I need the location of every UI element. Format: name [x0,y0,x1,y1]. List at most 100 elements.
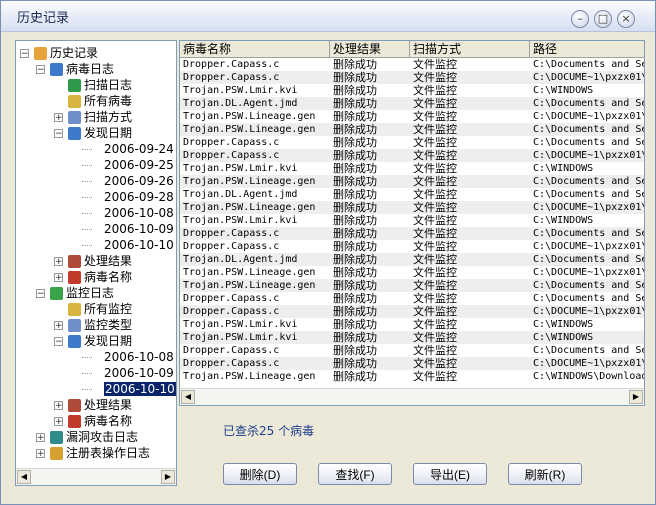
table-row[interactable]: Trojan.DL.Agent.jmd 删除成功 文件监控 C:\Documents … [180,97,644,110]
expand-icon[interactable]: + [54,113,63,123]
collapse-icon[interactable]: − [20,49,29,59]
table-row[interactable]: Dropper.Capass.c 删除成功 文件监控 C:\Documents and… [180,344,645,357]
expand-icon[interactable]: + [54,417,63,427]
tree-item-label: 2006-09-28 [104,190,174,204]
tree-item-label: 2006-10-08 [104,206,174,220]
cell-scan-method: 文件监控 [413,253,457,266]
tree-item-label: 2006-10-10 [104,382,176,396]
expand-icon[interactable]: + [54,273,63,283]
title-bar[interactable]: 历史记录 – □ × [1,1,655,32]
cell-path: C:\DOCUME~1\pxzx01\ [533,306,645,317]
tree-node-icon [68,271,81,284]
cell-path: C:\WINDOWS [533,163,594,174]
tree-connector [82,181,92,182]
table-row[interactable]: Trojan.PSW.Lineage.gen 删除成功 文件监控 C:\DOCUME~… [180,266,644,279]
cell-result: 删除成功 [333,305,377,318]
table-row[interactable]: Dropper.Capass.c 删除成功 文件监控 C:\Documents and… [180,227,645,240]
cell-result: 删除成功 [333,123,377,136]
column-header-virus-name[interactable]: 病毒名称 [180,41,330,57]
table-row[interactable]: Trojan.PSW.Lineage.gen 删除成功 文件监控 C:\WINDOWS… [180,370,645,383]
table-row[interactable]: Trojan.PSW.Lineage.gen 删除成功 文件监控 C:\DOCUME~… [180,201,644,214]
cell-virus-name: Trojan.PSW.Lmir.kvi [183,215,298,226]
table-row[interactable]: Trojan.PSW.Lmir.kvi 删除成功 文件监控 C:\WINDOWS [180,84,644,97]
cell-result: 删除成功 [333,162,377,175]
cell-virus-name: Trojan.PSW.Lineage.gen [183,176,316,187]
tree-node-icon [68,399,81,412]
find-button[interactable]: 查找(F) [318,463,392,485]
table-row[interactable]: Dropper.Capass.c 删除成功 文件监控 C:\DOCUME~1\pxzx… [180,149,645,162]
expand-icon[interactable]: + [54,321,63,331]
tree-item-label: 2006-10-09 [104,222,174,236]
table-horizontal-scrollbar[interactable]: ◀ ▶ [180,388,644,405]
expand-icon[interactable]: + [54,257,63,267]
table-row[interactable]: Trojan.DL.Agent.jmd 删除成功 文件监控 C:\Documents … [180,188,644,201]
scroll-right-icon[interactable]: ▶ [629,390,643,404]
tree-connector [82,229,92,230]
cell-virus-name: Trojan.PSW.Lineage.gen [183,202,316,213]
cell-result: 删除成功 [333,240,377,253]
tree-item-label: 处理结果 [84,398,133,412]
cell-path: C:\Documents and Se [533,345,645,356]
cell-virus-name: Trojan.PSW.Lmir.kvi [183,85,298,96]
column-header-result[interactable]: 处理结果 [330,41,410,57]
history-tree[interactable]: − 历史记录 − 病毒日志 扫描日志 所有病毒 + 扫描方式 − 发现日期 2006-09-24 20… [15,40,177,486]
close-icon[interactable]: × [617,10,635,28]
collapse-icon[interactable]: − [36,289,45,299]
table-row[interactable]: Dropper.Capass.c 删除成功 文件监控 C:\DOCUME~1\pxzx… [180,305,645,318]
cell-path: C:\Documents and Se [533,59,645,70]
table-row[interactable]: Trojan.PSW.Lineage.gen 删除成功 文件监控 C:\Documen… [180,175,644,188]
table-row[interactable]: Dropper.Capass.c 删除成功 文件监控 C:\Documents and… [180,136,644,149]
cell-path: C:\WINDOWS\Download [533,371,645,382]
cell-virus-name: Dropper.Capass.c [183,228,280,239]
virus-table[interactable]: 病毒名称 处理结果 扫描方式 路径 Dropper.Capass.c 删除成功 文件… [179,40,645,406]
expand-icon[interactable]: + [36,449,45,459]
table-row[interactable]: Dropper.Capass.c 删除成功 文件监控 C:\Documents and… [180,58,645,71]
scroll-right-icon[interactable]: ▶ [161,470,175,484]
column-header-scan-method[interactable]: 扫描方式 [410,41,530,57]
cell-virus-name: Dropper.Capass.c [183,150,280,161]
cell-result: 删除成功 [333,201,377,214]
table-row[interactable]: Trojan.DL.Agent.jmd 删除成功 文件监控 C:\Documents … [180,253,644,266]
tree-node-icon [68,319,81,332]
table-header: 病毒名称 处理结果 扫描方式 路径 [180,41,644,58]
cell-scan-method: 文件监控 [413,214,457,227]
table-row[interactable]: Trojan.PSW.Lmir.kvi 删除成功 文件监控 C:\WINDOWS [180,318,644,331]
collapse-icon[interactable]: − [54,337,63,347]
cell-scan-method: 文件监控 [413,227,457,240]
history-window: 历史记录 – □ × − 历史记录 − 病毒日志 扫描日志 所有病毒 + 扫描方式 − 发现日期 2… [0,0,656,505]
table-row[interactable]: Dropper.Capass.c 删除成功 文件监控 C:\DOCUME~1\pxzx… [180,240,644,253]
table-row[interactable]: Trojan.PSW.Lineage.gen 删除成功 文件监控 C:\Documen… [180,123,644,136]
tree-connector [82,149,92,150]
export-button[interactable]: 导出(E) [413,463,487,485]
cell-path: C:\WINDOWS [533,332,594,343]
cell-path: C:\Documents and Se [533,228,645,239]
cell-result: 删除成功 [333,97,377,110]
cell-virus-name: Dropper.Capass.c [183,345,280,356]
cell-scan-method: 文件监控 [413,266,457,279]
cell-virus-name: Trojan.PSW.Lineage.gen [183,111,316,122]
scroll-left-icon[interactable]: ◀ [181,390,195,404]
minimize-icon[interactable]: – [571,10,589,28]
scroll-left-icon[interactable]: ◀ [17,470,31,484]
collapse-icon[interactable]: − [54,129,63,139]
table-row[interactable]: Dropper.Capass.c 删除成功 文件监控 C:\DOCUME~1\pxzx… [180,357,644,370]
refresh-button[interactable]: 刷新(R) [508,463,582,485]
cell-path: C:\DOCUME~1\pxzx01\ [533,150,645,161]
expand-icon[interactable]: + [36,433,45,443]
table-row[interactable]: Trojan.PSW.Lmir.kvi 删除成功 文件监控 C:\WINDOWS [180,162,644,175]
table-row[interactable]: Trojan.PSW.Lmir.kvi 删除成功 文件监控 C:\WINDOWS [180,331,644,344]
table-row[interactable]: Dropper.Capass.c 删除成功 文件监控 C:\DOCUME~1\pxzx… [180,71,644,84]
tree-item-label: 2006-09-24 [104,142,174,156]
cell-path: C:\Documents and Se [533,293,645,304]
collapse-icon[interactable]: − [36,65,45,75]
delete-button[interactable]: 删除(D) [223,463,297,485]
table-row[interactable]: Trojan.PSW.Lineage.gen 删除成功 文件监控 C:\DOCUME~… [180,110,644,123]
restore-icon[interactable]: □ [594,10,612,28]
table-row[interactable]: Trojan.PSW.Lmir.kvi 删除成功 文件监控 C:\WINDOWS [180,214,644,227]
tree-horizontal-scrollbar[interactable]: ◀ ▶ [16,468,176,485]
column-header-path[interactable]: 路径 [530,41,644,57]
table-row[interactable]: Dropper.Capass.c 删除成功 文件监控 C:\Documents and… [180,292,645,305]
cell-scan-method: 文件监控 [413,58,457,71]
table-row[interactable]: Trojan.PSW.Lineage.gen 删除成功 文件监控 C:\Documen… [180,279,644,292]
expand-icon[interactable]: + [54,401,63,411]
